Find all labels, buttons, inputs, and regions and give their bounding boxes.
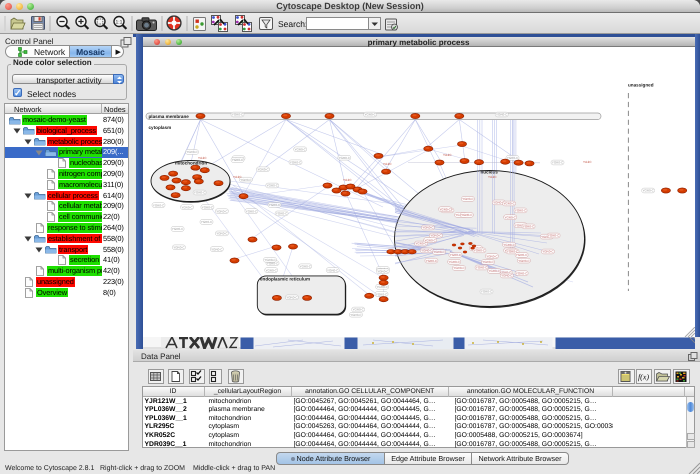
svg-text:YGR0-C: YGR0-C [424, 238, 436, 242]
svg-text:YGR0-C: YGR0-C [504, 215, 516, 219]
svg-text:YGR0-C: YGR0-C [275, 211, 287, 215]
svg-text:YGR0-C: YGR0-C [439, 207, 451, 211]
svg-text:YGR0-C: YGR0-C [503, 242, 515, 246]
svg-text:YGR0-C: YGR0-C [515, 253, 527, 257]
svg-text:YGR0-C: YGR0-C [503, 201, 515, 205]
svg-text:YGR0-C: YGR0-C [377, 269, 389, 273]
svg-text:YGR0-C: YGR0-C [642, 188, 654, 192]
svg-text:YGR0-C: YGR0-C [266, 183, 278, 187]
svg-text:Yd-2C: Yd-2C [198, 156, 207, 160]
svg-text:YGR0-C: YGR0-C [338, 155, 350, 159]
svg-text:YGR0-C: YGR0-C [364, 112, 376, 116]
svg-text:YGR0-C: YGR0-C [286, 295, 298, 299]
svg-text:YGR0-C: YGR0-C [501, 273, 513, 277]
svg-text:YGR0-C: YGR0-C [522, 224, 534, 228]
svg-text:YGR0-C: YGR0-C [486, 254, 498, 258]
svg-text:YGR0-C: YGR0-C [240, 177, 252, 181]
svg-text:endoplasmic reticulum: endoplasmic reticulum [260, 276, 310, 281]
svg-text:YGR0-C: YGR0-C [518, 258, 530, 262]
svg-text:YGR0-C: YGR0-C [473, 248, 485, 252]
svg-text:YGR0-C: YGR0-C [453, 266, 465, 270]
svg-text:YGR0-C: YGR0-C [480, 289, 492, 293]
svg-text:YGR0-C: YGR0-C [462, 197, 474, 201]
svg-text:YGR0-C: YGR0-C [514, 208, 526, 212]
svg-text:Yd-2C: Yd-2C [583, 160, 592, 164]
svg-text:YGR0-C: YGR0-C [245, 209, 257, 213]
svg-text:Yd-2C: Yd-2C [383, 162, 392, 166]
svg-text:Yd-2C: Yd-2C [443, 153, 452, 157]
svg-text:YGR0-C: YGR0-C [181, 205, 193, 209]
svg-text:YGR0-C: YGR0-C [421, 248, 433, 252]
svg-text:YGR0-C: YGR0-C [352, 307, 364, 311]
svg-text:YGR0-C: YGR0-C [299, 264, 311, 268]
svg-text:YGR0-C: YGR0-C [475, 265, 487, 269]
svg-text:YGR0-C: YGR0-C [425, 258, 437, 262]
svg-text:YGR0-C: YGR0-C [461, 213, 473, 217]
svg-text:YGR0-C: YGR0-C [200, 220, 212, 224]
svg-text:Yd-2C: Yd-2C [343, 178, 352, 182]
svg-text:YGR0-C: YGR0-C [171, 227, 183, 231]
svg-text:YGR0-C: YGR0-C [488, 269, 500, 273]
svg-text:YGR0-C: YGR0-C [257, 167, 269, 171]
svg-text:Search:: Search: [278, 19, 307, 29]
svg-text:YGR0-C: YGR0-C [433, 250, 445, 254]
svg-text:YGR0-C: YGR0-C [430, 233, 442, 237]
svg-text:YGR0-C: YGR0-C [265, 268, 277, 272]
svg-text:YGR0-C: YGR0-C [327, 268, 339, 272]
svg-text:YGR0-C: YGR0-C [186, 150, 198, 154]
svg-text:YGR0-C: YGR0-C [551, 160, 563, 164]
svg-text:YGR0-C: YGR0-C [515, 271, 527, 275]
svg-text:YGR0-C: YGR0-C [542, 249, 554, 253]
svg-text:YGR0-C: YGR0-C [422, 225, 434, 229]
svg-text:YGR0-C: YGR0-C [193, 190, 205, 194]
svg-text:YGR0-C: YGR0-C [496, 112, 508, 116]
svg-text:YGR0-C: YGR0-C [376, 285, 388, 289]
svg-text:YGR0-C: YGR0-C [449, 253, 461, 257]
svg-text:nucleus: nucleus [480, 169, 498, 174]
svg-text:YGR0-C: YGR0-C [264, 258, 276, 262]
svg-text:YGR0-C: YGR0-C [448, 260, 460, 264]
svg-text:1:1: 1:1 [116, 20, 123, 26]
svg-text:f(x): f(x) [638, 373, 649, 382]
svg-text:YGR0-C: YGR0-C [231, 112, 243, 116]
svg-text:YGR0-C: YGR0-C [350, 312, 362, 316]
svg-text:YGR0-C: YGR0-C [216, 209, 228, 213]
svg-text:YGR0-C: YGR0-C [375, 292, 387, 296]
svg-text:YGR0-C: YGR0-C [216, 231, 228, 235]
svg-text:YGR0-C: YGR0-C [268, 203, 280, 207]
svg-text:YGR0-C: YGR0-C [173, 245, 185, 249]
svg-text:YGR0-C: YGR0-C [294, 147, 306, 151]
svg-text:YGR0-C: YGR0-C [289, 160, 301, 164]
svg-text:plasma membrane: plasma membrane [148, 114, 189, 119]
svg-text:YGR0-C: YGR0-C [211, 247, 223, 251]
svg-text:YGR0-C: YGR0-C [231, 158, 243, 162]
svg-text:YGR0-C: YGR0-C [547, 233, 559, 237]
svg-text:unassigned: unassigned [628, 82, 654, 87]
svg-text:YGR0-C: YGR0-C [482, 260, 494, 264]
svg-text:YGR0-C: YGR0-C [201, 205, 213, 209]
svg-text:Yd-2C: Yd-2C [233, 175, 242, 179]
svg-text:cytoplasm: cytoplasm [148, 125, 171, 130]
svg-text:YGR0-C: YGR0-C [152, 203, 164, 207]
svg-text:Yd-2C: Yd-2C [488, 175, 497, 179]
svg-text:mitochondrion: mitochondrion [175, 160, 207, 165]
